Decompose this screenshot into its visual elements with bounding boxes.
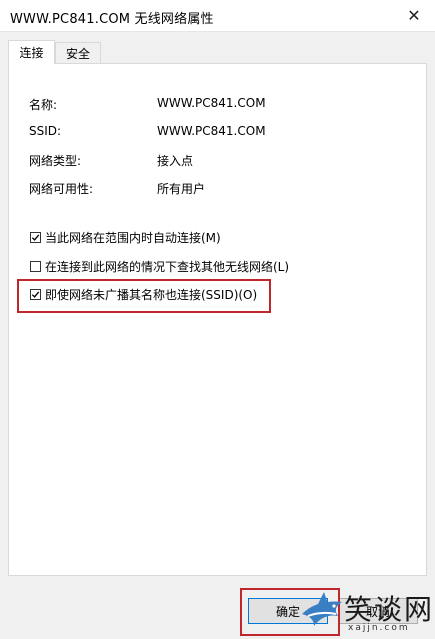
- find-other-networks-label: 在连接到此网络的情况下查找其他无线网络(L): [45, 259, 290, 274]
- auto-connect-option[interactable]: 当此网络在范围内时自动连接(M): [30, 229, 221, 245]
- title-bar: WWW.PC841.COM 无线网络属性 ✕: [0, 0, 435, 32]
- auto-connect-label: 当此网络在范围内时自动连接(M): [45, 230, 221, 245]
- auto-connect-checkbox[interactable]: [30, 231, 41, 243]
- network-type-value: 接入点: [157, 154, 194, 168]
- network-type-label: 网络类型:: [29, 154, 82, 168]
- checkmark-icon: [31, 234, 40, 241]
- network-availability-value: 所有用户: [157, 182, 206, 196]
- network-availability-label: 网络可用性:: [29, 182, 94, 196]
- name-label: 名称:: [29, 98, 58, 112]
- find-other-networks-option[interactable]: 在连接到此网络的情况下查找其他无线网络(L): [30, 258, 289, 274]
- connection-panel: 名称: WWW.PC841.COM SSID: WWW.PC841.COM 网络…: [8, 63, 427, 576]
- connect-hidden-ssid-label: 即使网络未广播其名称也连接(SSID)(O): [45, 287, 258, 302]
- ssid-label: SSID:: [29, 124, 62, 138]
- connect-hidden-ssid-checkbox[interactable]: [30, 288, 41, 300]
- name-value: WWW.PC841.COM: [157, 96, 266, 110]
- window-title: WWW.PC841.COM 无线网络属性: [10, 12, 214, 27]
- ssid-value: WWW.PC841.COM: [157, 124, 266, 138]
- ok-button[interactable]: 确定: [248, 598, 328, 624]
- find-other-networks-checkbox[interactable]: [30, 260, 41, 272]
- close-icon: ✕: [407, 6, 421, 25]
- tab-connection[interactable]: 连接: [8, 40, 55, 64]
- checkmark-icon: [31, 291, 40, 298]
- cancel-button[interactable]: 取消: [338, 598, 418, 624]
- watermark-url: xajjn.com: [348, 623, 410, 633]
- connect-hidden-ssid-option[interactable]: 即使网络未广播其名称也连接(SSID)(O): [30, 286, 257, 302]
- close-button[interactable]: ✕: [393, 0, 435, 31]
- tab-security[interactable]: 安全: [55, 42, 101, 64]
